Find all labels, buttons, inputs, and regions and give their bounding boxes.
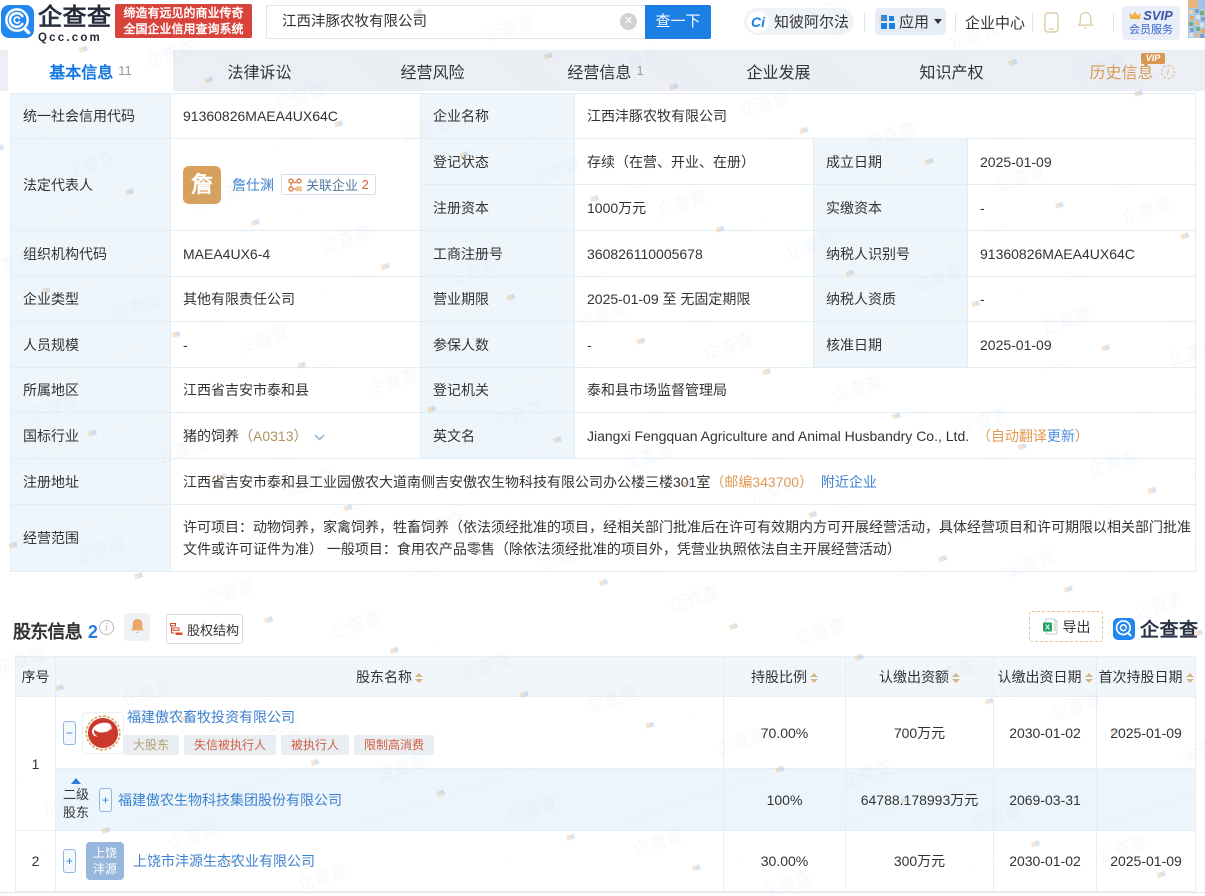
svg-text:X: X xyxy=(1044,623,1049,632)
svg-text:企: 企 xyxy=(297,186,302,192)
